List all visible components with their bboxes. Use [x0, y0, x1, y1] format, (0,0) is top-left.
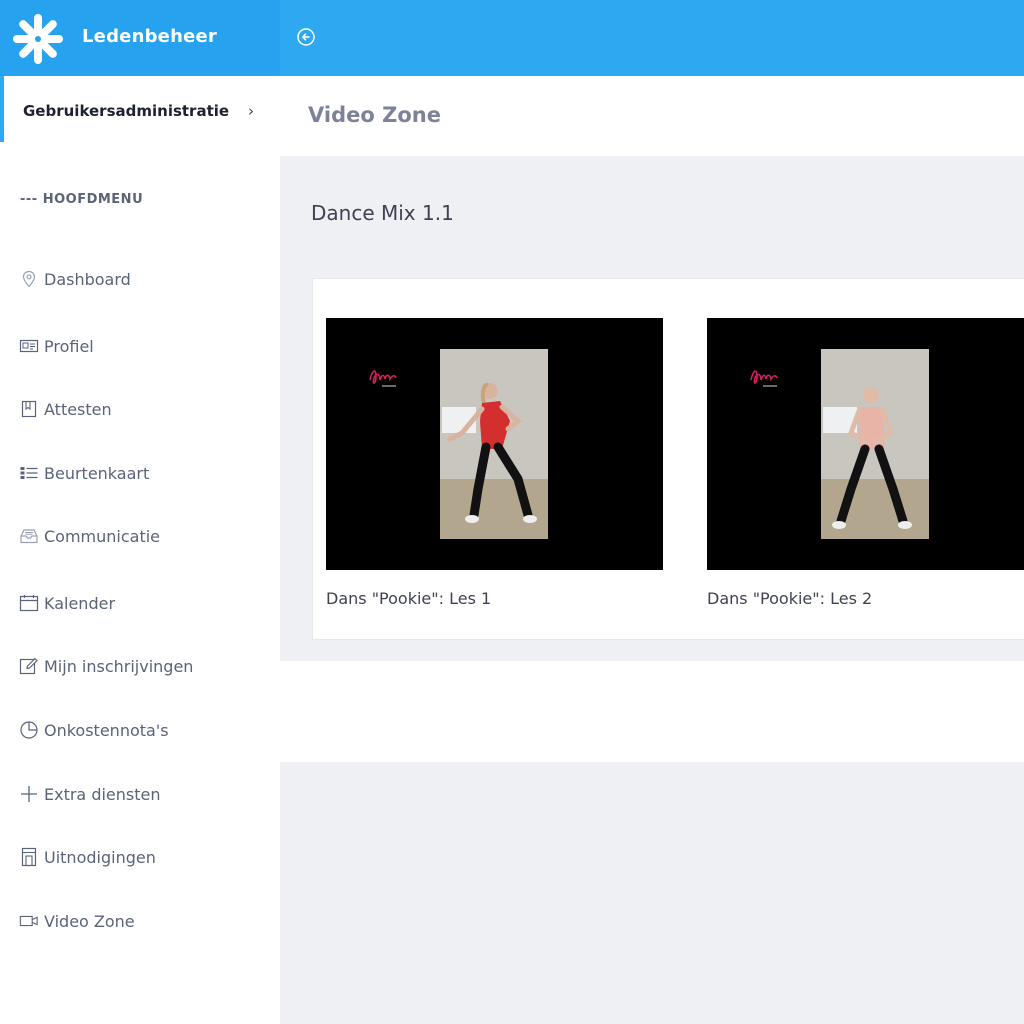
pie-chart-icon [19, 720, 39, 740]
dancer-figure [832, 387, 912, 529]
sidebar-item-label: Attesten [44, 399, 112, 419]
brand[interactable]: Ledenbeheer [0, 0, 280, 76]
sidebar-subheader[interactable]: Gebruikersadministratie › [0, 76, 280, 142]
logo-icon [13, 14, 63, 64]
sidebar-item-onkostennotas[interactable]: Onkostennota's [0, 710, 280, 750]
card-footer-band [280, 661, 1024, 762]
sidebar-item-attesten[interactable]: Attesten [0, 389, 280, 429]
inbox-icon [19, 526, 39, 546]
sidebar-item-label: Profiel [44, 336, 94, 356]
id-card-icon [19, 336, 39, 356]
top-bar: Ledenbeheer [0, 0, 1024, 76]
sidebar-item-communicatie[interactable]: Communicatie [0, 516, 280, 556]
video-caption-1[interactable]: Dans "Pookie": Les 1 [326, 589, 491, 608]
sidebar-item-label: Kalender [44, 593, 116, 613]
dancer-figure [447, 382, 537, 523]
sidebar-item-mijn-inschrijvingen[interactable]: Mijn inschrijvingen [0, 646, 280, 686]
sidebar-item-label: Uitnodigingen [44, 847, 156, 867]
sidebar-item-dashboard[interactable]: Dashboard [0, 259, 280, 299]
chevron-right-icon: › [248, 102, 254, 120]
sidebar-item-uitnodigingen[interactable]: Uitnodigingen [0, 837, 280, 877]
sidebar-item-label: Communicatie [44, 526, 161, 546]
page-title: Video Zone [308, 103, 441, 127]
video-thumbnail [821, 349, 929, 539]
video-player-1[interactable] [326, 318, 663, 570]
brand-name: Ledenbeheer [82, 26, 217, 47]
section-title: Dance Mix 1.1 [311, 201, 454, 225]
sidebar-item-kalender[interactable]: Kalender [0, 583, 280, 623]
sidebar-item-label: Beurtenkaart [44, 463, 150, 483]
sidebar-item-profiel[interactable]: Profiel [0, 326, 280, 366]
calendar-icon [19, 593, 39, 613]
sidebar: Gebruikersadministratie › --- HOOFDMENU … [0, 76, 280, 1024]
sidebar-item-label: Dashboard [44, 269, 131, 289]
sidebar-item-label: Mijn inschrijvingen [44, 656, 194, 676]
video-caption-2[interactable]: Dans "Pookie": Les 2 [707, 589, 872, 608]
edit-icon [19, 656, 39, 676]
video-watermark-logo [747, 362, 783, 398]
page-header: Video Zone [280, 76, 1024, 156]
sidebar-item-extra-diensten[interactable]: Extra diensten [0, 774, 280, 814]
collapse-sidebar-icon[interactable] [296, 27, 316, 47]
sidebar-item-beurtenkaart[interactable]: Beurtenkaart [0, 453, 280, 493]
video-thumbnail [440, 349, 548, 539]
door-icon [19, 847, 39, 867]
sidebar-item-label: Extra diensten [44, 784, 161, 804]
bookmark-icon [19, 399, 39, 419]
list-icon [19, 463, 39, 483]
sidebar-item-video-zone[interactable]: Video Zone [0, 901, 280, 941]
video-player-2[interactable] [707, 318, 1024, 570]
sidebar-item-label: Video Zone [44, 911, 135, 931]
menu-section-title: --- HOOFDMENU [20, 192, 144, 207]
video-camera-icon [19, 911, 39, 931]
subheader-label: Gebruikersadministratie [23, 102, 230, 120]
plus-icon [19, 784, 39, 804]
video-watermark-logo [366, 362, 402, 398]
sidebar-item-label: Onkostennota's [44, 720, 169, 740]
map-pin-icon [19, 269, 39, 289]
